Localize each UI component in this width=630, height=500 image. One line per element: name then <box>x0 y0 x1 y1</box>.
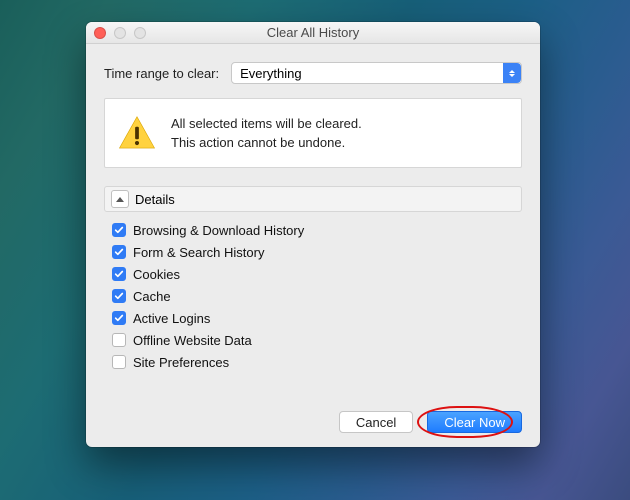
select-stepper-icon <box>503 63 521 83</box>
list-item-label: Browsing & Download History <box>133 223 304 238</box>
details-label: Details <box>135 192 175 207</box>
titlebar: Clear All History <box>86 22 540 44</box>
list-item-label: Offline Website Data <box>133 333 252 348</box>
details-toggle[interactable]: Details <box>104 186 522 212</box>
warning-line-2: This action cannot be undone. <box>171 133 362 153</box>
list-item-label: Site Preferences <box>133 355 229 370</box>
checkbox[interactable] <box>112 355 126 369</box>
list-item: Cookies <box>112 264 522 284</box>
list-item: Offline Website Data <box>112 330 522 350</box>
time-range-value: Everything <box>240 66 301 81</box>
time-range-label: Time range to clear: <box>104 66 219 81</box>
checkbox[interactable] <box>112 223 126 237</box>
list-item-label: Cookies <box>133 267 180 282</box>
list-item: Form & Search History <box>112 242 522 262</box>
dialog-window: Clear All History Time range to clear: E… <box>86 22 540 447</box>
checkbox[interactable] <box>112 311 126 325</box>
warning-line-1: All selected items will be cleared. <box>171 114 362 134</box>
checkbox[interactable] <box>112 333 126 347</box>
list-item: Active Logins <box>112 308 522 328</box>
clear-now-button[interactable]: Clear Now <box>427 411 522 433</box>
list-item-label: Active Logins <box>133 311 210 326</box>
cancel-button-label: Cancel <box>356 415 396 430</box>
list-item: Browsing & Download History <box>112 220 522 240</box>
details-list: Browsing & Download History Form & Search… <box>104 220 522 372</box>
warning-text: All selected items will be cleared. This… <box>171 114 362 153</box>
list-item: Site Preferences <box>112 352 522 372</box>
time-range-row: Time range to clear: Everything <box>104 62 522 84</box>
checkbox[interactable] <box>112 267 126 281</box>
button-row: Cancel Clear Now <box>104 399 522 433</box>
chevron-up-icon <box>111 190 129 208</box>
checkbox[interactable] <box>112 245 126 259</box>
list-item: Cache <box>112 286 522 306</box>
clear-now-button-label: Clear Now <box>444 415 505 430</box>
warning-icon <box>117 113 157 153</box>
window-title: Clear All History <box>86 25 540 40</box>
time-range-select[interactable]: Everything <box>231 62 522 84</box>
checkbox[interactable] <box>112 289 126 303</box>
list-item-label: Form & Search History <box>133 245 264 260</box>
warning-panel: All selected items will be cleared. This… <box>104 98 522 168</box>
dialog-content: Time range to clear: Everything All sele… <box>86 44 540 447</box>
list-item-label: Cache <box>133 289 171 304</box>
cancel-button[interactable]: Cancel <box>339 411 413 433</box>
